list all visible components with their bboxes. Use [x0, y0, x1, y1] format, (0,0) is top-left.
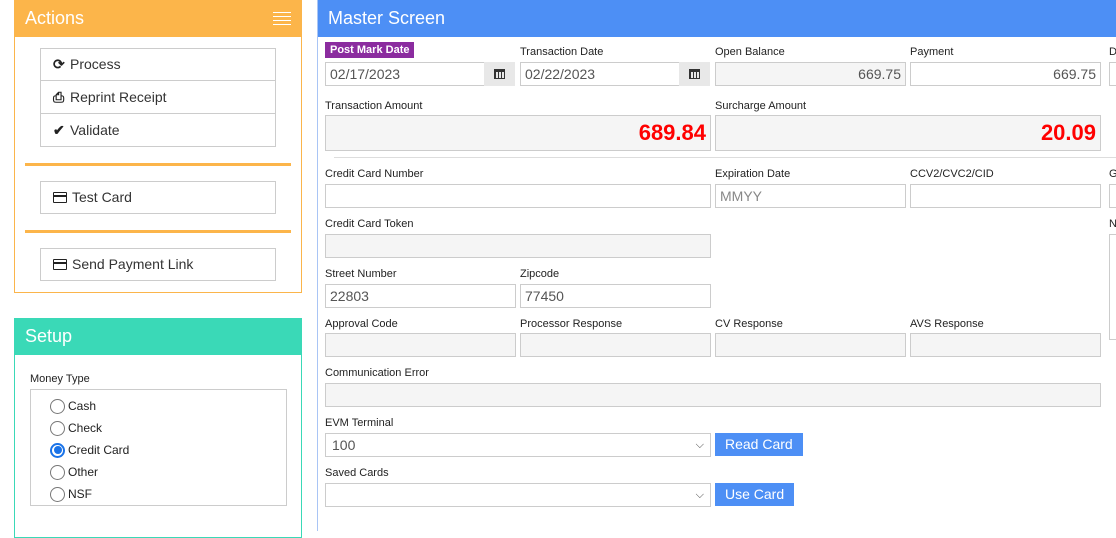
- print-icon: ⎙: [53, 88, 65, 105]
- open-balance-label: Open Balance: [715, 46, 785, 58]
- avs-response-field: [910, 333, 1101, 357]
- process-button[interactable]: ⟳ Process: [40, 48, 276, 81]
- cv-response-label: CV Response: [715, 318, 783, 330]
- cvv-input[interactable]: [910, 184, 1101, 208]
- money-type-label: Money Type: [30, 373, 90, 385]
- divider: [25, 163, 291, 166]
- saved-cards-select[interactable]: ⌵: [325, 483, 711, 507]
- radio-option-nsf[interactable]: NSF: [31, 483, 286, 505]
- chevron-down-icon: ⌵: [695, 489, 704, 501]
- radio-button[interactable]: [50, 486, 65, 502]
- saved-cards-label: Saved Cards: [325, 467, 389, 479]
- cv-response-field: [715, 333, 906, 357]
- zipcode-input[interactable]: 77450: [520, 284, 711, 308]
- master-screen-panel: Master Screen Post Mark Date 02/17/2023 …: [317, 0, 1116, 531]
- transaction-date-label: Transaction Date: [520, 46, 604, 58]
- validate-button[interactable]: ✔ Validate: [40, 114, 276, 147]
- approval-code-label: Approval Code: [325, 318, 398, 330]
- communication-error-label: Communication Error: [325, 367, 429, 379]
- avs-response-label: AVS Response: [910, 318, 984, 330]
- credit-card-token-field: [325, 234, 711, 258]
- setup-title: Setup: [15, 318, 301, 355]
- post-mark-date-picker[interactable]: [484, 62, 515, 86]
- divider: [334, 157, 1116, 158]
- radio-button[interactable]: [50, 464, 65, 480]
- open-balance-field: 669.75: [715, 62, 906, 86]
- credit-card-icon: [53, 259, 67, 270]
- processor-response-label: Processor Response: [520, 318, 623, 330]
- credit-card-number-label: Credit Card Number: [325, 168, 424, 180]
- transaction-date-picker[interactable]: [679, 62, 710, 86]
- master-screen-title: Master Screen: [318, 0, 1116, 37]
- send-payment-link-button[interactable]: Send Payment Link: [40, 248, 276, 281]
- transaction-date-input[interactable]: 02/22/2023: [520, 62, 680, 86]
- radio-button-selected[interactable]: [50, 442, 65, 458]
- truncated-textarea-n[interactable]: [1109, 234, 1116, 340]
- money-type-radio-group: Cash Check Credit Card Other NSF: [30, 389, 287, 506]
- refresh-icon: ⟳: [53, 56, 65, 72]
- hamburger-icon[interactable]: [273, 12, 291, 26]
- actions-panel: Actions ⟳ Process ⎙ Reprint Receipt ✔ Valid…: [14, 0, 302, 293]
- use-card-button[interactable]: Use Card: [715, 483, 795, 506]
- chevron-down-icon: ⌵: [695, 439, 704, 451]
- radio-option-credit-card[interactable]: Credit Card: [31, 439, 286, 461]
- divider: [25, 230, 291, 233]
- reprint-receipt-button[interactable]: ⎙ Reprint Receipt: [40, 81, 276, 114]
- truncated-input-g[interactable]: [1109, 184, 1116, 208]
- surcharge-amount-field: 20.09: [715, 115, 1101, 151]
- radio-option-cash[interactable]: Cash: [31, 395, 286, 417]
- read-card-button[interactable]: Read Card: [715, 433, 803, 456]
- evm-terminal-value: 100: [332, 437, 356, 453]
- transaction-amount-field: 689.84: [325, 115, 711, 151]
- zipcode-label: Zipcode: [520, 268, 560, 280]
- truncated-label-n: N: [1109, 218, 1116, 230]
- evm-terminal-label: EVM Terminal: [325, 417, 394, 429]
- payment-label: Payment: [910, 46, 954, 58]
- test-card-button[interactable]: Test Card: [40, 181, 276, 214]
- truncated-label-g: G: [1109, 168, 1116, 180]
- calendar-icon: [494, 69, 505, 79]
- evm-terminal-select[interactable]: 100 ⌵: [325, 433, 711, 457]
- transaction-amount-label: Transaction Amount: [325, 100, 423, 112]
- actions-title: Actions: [25, 8, 85, 28]
- approval-code-field: [325, 333, 516, 357]
- post-mark-date-label: Post Mark Date: [325, 42, 415, 58]
- truncated-label-d: D: [1109, 46, 1116, 58]
- truncated-input-d[interactable]: [1109, 62, 1116, 86]
- radio-button[interactable]: [50, 398, 65, 414]
- calendar-icon: [689, 69, 700, 79]
- cvv-label: CCV2/CVC2/CID: [910, 168, 994, 180]
- credit-card-token-label: Credit Card Token: [325, 218, 414, 230]
- street-number-label: Street Number: [325, 268, 397, 280]
- setup-panel: Setup Money Type Cash Check Credit Card …: [14, 318, 302, 538]
- expiration-date-label: Expiration Date: [715, 168, 791, 180]
- radio-option-check[interactable]: Check: [31, 417, 286, 439]
- radio-option-other[interactable]: Other: [31, 461, 286, 483]
- actions-header: Actions: [15, 0, 301, 37]
- expiration-date-input[interactable]: MMYY: [715, 184, 906, 208]
- credit-card-number-input[interactable]: [325, 184, 711, 208]
- check-icon: ✔: [53, 121, 65, 138]
- communication-error-field: [325, 383, 1101, 407]
- surcharge-amount-label: Surcharge Amount: [715, 100, 807, 112]
- action-button-group: ⟳ Process ⎙ Reprint Receipt ✔ Validate: [40, 48, 276, 147]
- radio-button[interactable]: [50, 420, 65, 436]
- payment-input[interactable]: 669.75: [910, 62, 1101, 86]
- credit-card-icon: [53, 192, 67, 203]
- post-mark-date-input[interactable]: 02/17/2023: [325, 62, 485, 86]
- processor-response-field: [520, 333, 711, 357]
- street-number-input[interactable]: 22803: [325, 284, 516, 308]
